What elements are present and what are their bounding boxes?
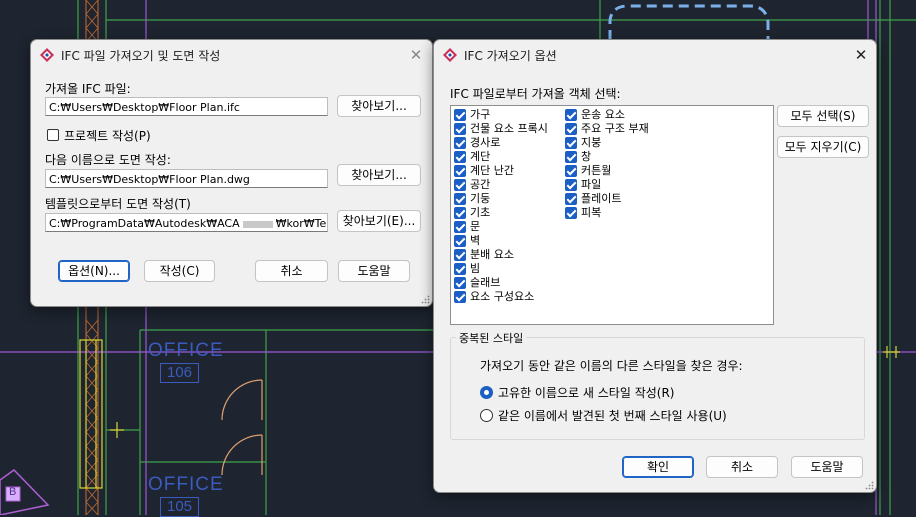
radio-use-first-label: 같은 이름에서 발견된 첫 번째 스타일 사용(U) [498, 409, 727, 423]
object-label: 파일 [581, 178, 602, 191]
object-label: 슬래브 [470, 276, 501, 289]
object-label: 플레이트 [581, 192, 622, 205]
dialog-title: IFC 파일 가져오기 및 도면 작성 [61, 49, 221, 63]
object-list[interactable]: 가구 건물 요소 프록시 경사로 계단 계단 난간 공간 기둥 기초 문 벽 분… [450, 105, 774, 325]
help-button[interactable]: 도움말 [791, 456, 863, 478]
dialog-title: IFC 가져오기 옵션 [464, 49, 557, 63]
titlebar[interactable]: IFC 가져오기 옵션 ✕ [434, 40, 876, 70]
object-label: 빔 [470, 262, 481, 275]
object-label: 커튼월 [581, 164, 612, 177]
object-checkbox[interactable] [454, 109, 466, 121]
object-checkbox[interactable] [565, 151, 577, 163]
select-all-button[interactable]: 모두 선택(S) [777, 105, 869, 127]
autodesk-app-icon [443, 48, 457, 62]
resize-grip-icon[interactable] [865, 481, 874, 490]
ifc-import-dialog: IFC 파일 가져오기 및 도면 작성 ✕ 가져올 IFC 파일: C:₩Use… [30, 39, 433, 307]
radio-use-first[interactable] [480, 409, 493, 422]
cancel-button[interactable]: 취소 [255, 260, 328, 282]
door-arcs [221, 379, 263, 476]
browse-ifc-button[interactable]: 찾아보기... [337, 95, 421, 117]
object-checkbox[interactable] [565, 193, 577, 205]
object-checkbox[interactable] [454, 207, 466, 219]
object-label: 피복 [581, 206, 602, 219]
section-tag [0, 469, 50, 515]
object-label: 가구 [470, 108, 491, 121]
object-checkbox[interactable] [565, 137, 577, 149]
template-label: 템플릿으로부터 도면 작성(T) [45, 197, 191, 211]
template-path-start: C:₩ProgramData₩Autodesk₩ACA [49, 217, 240, 230]
object-label: 주요 구조 부재 [581, 122, 649, 135]
close-icon[interactable]: ✕ [850, 45, 872, 65]
create-project-label: 프로젝트 작성(P) [64, 129, 151, 143]
titlebar[interactable]: IFC 파일 가져오기 및 도면 작성 ✕ [31, 40, 432, 70]
object-checkbox[interactable] [454, 249, 466, 261]
duplicate-question: 가져오기 동안 같은 이름의 다른 스타일을 찾은 경우: [480, 359, 743, 373]
clear-all-button[interactable]: 모두 지우기(C) [777, 136, 869, 158]
object-checkbox[interactable] [454, 291, 466, 303]
redacted-segment [242, 220, 273, 228]
ifc-file-input[interactable]: C:₩Users₩Desktop₩Floor Plan.ifc [45, 97, 328, 116]
object-label: 기둥 [470, 192, 491, 205]
object-checkbox[interactable] [454, 193, 466, 205]
options-button[interactable]: 옵션(N)... [58, 260, 130, 282]
object-checkbox[interactable] [454, 179, 466, 191]
help-button[interactable]: 도움말 [338, 260, 410, 282]
room-number: 105 [160, 497, 200, 517]
object-checkbox[interactable] [454, 277, 466, 289]
object-label: 건물 요소 프록시 [470, 122, 548, 135]
cancel-button[interactable]: 취소 [706, 456, 778, 478]
object-label: 계단 난간 [470, 164, 514, 177]
object-checkbox[interactable] [454, 165, 466, 177]
ifc-file-label: 가져올 IFC 파일: [45, 82, 131, 96]
room-label: OFFICE [148, 474, 224, 495]
ok-button[interactable]: 확인 [622, 456, 694, 478]
object-checkbox[interactable] [565, 179, 577, 191]
radio-create-unique[interactable] [480, 386, 493, 399]
object-label: 계단 [470, 150, 491, 163]
room-label: OFFICE [148, 340, 224, 361]
object-checkbox[interactable] [454, 123, 466, 135]
template-file-input[interactable]: C:₩ProgramData₩Autodesk₩ACA ₩kor₩Template [45, 213, 328, 232]
ifc-import-options-dialog: IFC 가져오기 옵션 ✕ IFC 파일로부터 가져올 객체 선택: 가구 건물… [433, 39, 877, 493]
object-label: 창 [581, 150, 592, 163]
object-label: 지붕 [581, 136, 602, 149]
section-tag-letter: B [9, 486, 17, 498]
object-label: 문 [470, 220, 481, 233]
object-checkbox[interactable] [565, 165, 577, 177]
dwg-label: 다음 이름으로 도면 작성: [45, 153, 171, 167]
group-title: 중복된 스타일 [456, 330, 527, 346]
object-checkbox[interactable] [565, 123, 577, 135]
browse-dwg-button[interactable]: 찾아보기... [337, 164, 421, 186]
object-checkbox[interactable] [454, 235, 466, 247]
close-icon[interactable]: ✕ [405, 45, 427, 65]
dwg-file-input[interactable]: C:₩Users₩Desktop₩Floor Plan.dwg [45, 169, 328, 188]
object-checkbox[interactable] [454, 137, 466, 149]
resize-grip-icon[interactable] [421, 295, 430, 304]
object-checkbox[interactable] [454, 263, 466, 275]
radio-create-unique-label: 고유한 이름으로 새 스타일 작성(R) [498, 386, 675, 400]
object-checkbox[interactable] [565, 207, 577, 219]
dashed-shape [608, 4, 770, 40]
object-checkbox[interactable] [454, 151, 466, 163]
create-project-checkbox[interactable] [47, 129, 59, 141]
object-label: 요소 구성요소 [470, 290, 535, 303]
room-number: 106 [160, 363, 200, 383]
autodesk-app-icon [40, 48, 54, 62]
browse-template-button[interactable]: 찾아보기(E)... [337, 210, 421, 232]
object-checkbox[interactable] [454, 221, 466, 233]
object-label: 벽 [470, 234, 481, 247]
object-label: 경사로 [470, 136, 501, 149]
create-button[interactable]: 작성(C) [144, 260, 215, 282]
object-label: 운송 요소 [581, 108, 625, 121]
object-label: 분배 요소 [470, 248, 514, 261]
object-checkbox[interactable] [565, 109, 577, 121]
select-objects-label: IFC 파일로부터 가져올 객체 선택: [450, 87, 621, 101]
object-label: 공간 [470, 178, 491, 191]
template-path-end: ₩kor₩Template [275, 217, 327, 230]
object-label: 기초 [470, 206, 491, 219]
